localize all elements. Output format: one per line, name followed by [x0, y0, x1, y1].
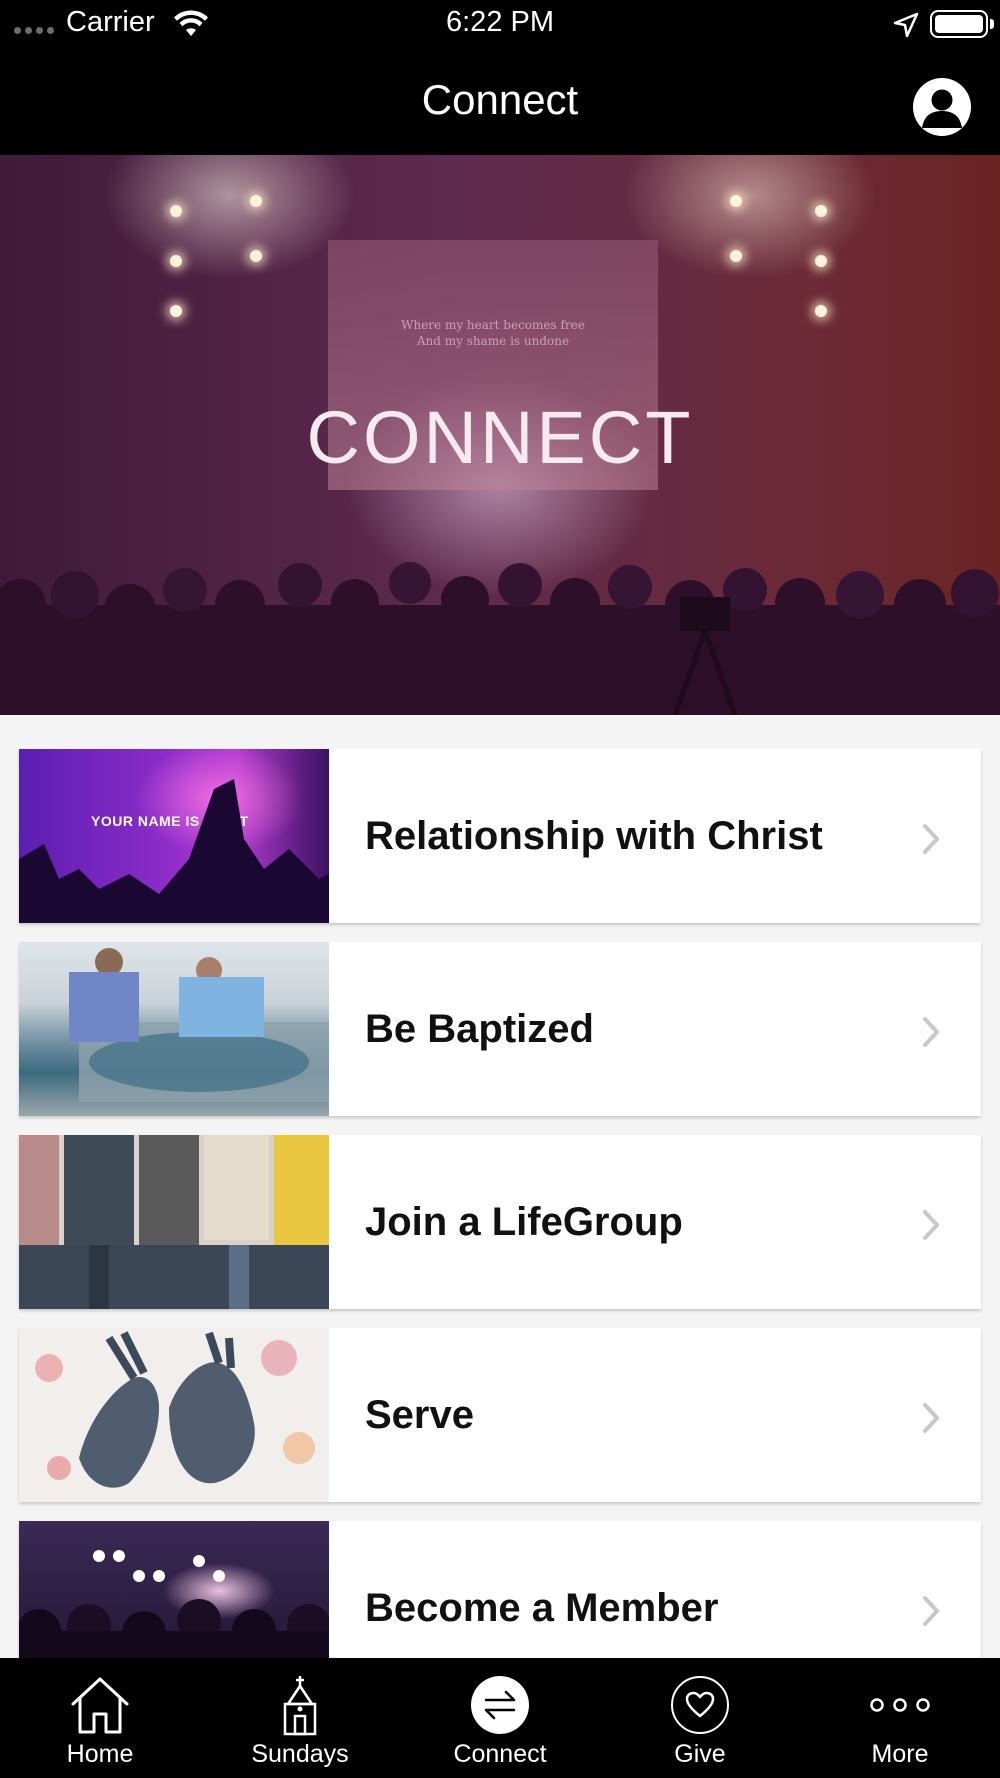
item-thumbnail [19, 1135, 329, 1309]
list-item-become-a-member[interactable]: Become a Member [19, 1521, 981, 1658]
stage-light [815, 305, 827, 317]
tab-bar: Home Sundays Connect Give More [0, 1658, 1000, 1778]
tab-label: More [871, 1740, 929, 1768]
list-item-be-baptized[interactable]: Be Baptized [19, 942, 981, 1116]
camera-body [680, 597, 730, 631]
hero-title: CONNECT [306, 396, 694, 479]
painted-hands-scene [35, 1331, 315, 1488]
item-label: Join a LifeGroup [365, 1200, 683, 1244]
stage-light [170, 305, 182, 317]
more-dots-icon [865, 1672, 935, 1738]
stage-light [250, 250, 262, 262]
crowd-silhouette [0, 562, 1000, 715]
home-icon [65, 1672, 135, 1738]
tab-give[interactable]: Give [600, 1658, 800, 1778]
hero-banner: Where my heart becomes free And my shame… [0, 155, 1000, 715]
list-item-join-a-lifegroup[interactable]: Join a LifeGroup [19, 1135, 981, 1309]
status-bar: Carrier 6:22 PM [0, 0, 1000, 50]
battery-cap [990, 19, 994, 29]
nav-header: Connect [0, 50, 1000, 155]
tab-label: Connect [453, 1740, 547, 1768]
tab-sundays[interactable]: Sundays [200, 1658, 400, 1778]
tab-label: Sundays [251, 1740, 349, 1768]
chevron-right-icon [923, 1210, 939, 1240]
profile-button[interactable] [913, 78, 971, 136]
connect-arrows-icon [465, 1672, 535, 1738]
page-title: Connect [421, 76, 579, 123]
list-item-serve[interactable]: Serve [19, 1328, 981, 1502]
group-people-scene [19, 1135, 329, 1309]
user-avatar-icon [922, 89, 962, 128]
item-thumbnail [19, 1521, 329, 1658]
baptism-scene [69, 948, 329, 1102]
concert-crowd-scene [19, 1550, 329, 1658]
tab-more[interactable]: More [800, 1658, 1000, 1778]
list-item-relationship-with-christ[interactable]: YOUR NAME IS LIGHT Relationship with Chr… [19, 749, 981, 923]
item-thumbnail: YOUR NAME IS LIGHT [19, 749, 329, 923]
tab-label: Home [66, 1740, 134, 1768]
item-label: Become a Member [365, 1586, 719, 1630]
hero-lyric-line: And my shame is undone [416, 334, 570, 348]
stage-light [815, 205, 827, 217]
chevron-right-icon [923, 1017, 939, 1047]
tab-connect[interactable]: Connect [400, 1658, 600, 1778]
stage-light [170, 205, 182, 217]
chevron-right-icon [923, 824, 939, 854]
chevron-right-icon [923, 1403, 939, 1433]
item-thumbnail [19, 942, 329, 1116]
crowd-hands-silhouette [19, 779, 329, 923]
item-thumbnail [19, 1328, 329, 1502]
item-label: Relationship with Christ [365, 814, 823, 858]
stage-light [730, 250, 742, 262]
stage-light [250, 195, 262, 207]
tab-home[interactable]: Home [0, 1658, 200, 1778]
heart-icon [665, 1672, 735, 1738]
item-label: Be Baptized [365, 1007, 594, 1051]
clock: 6:22 PM [446, 6, 554, 38]
church-icon [265, 1672, 335, 1738]
hero-lyric-line: Where my heart becomes free [401, 318, 585, 332]
item-label: Serve [365, 1393, 474, 1437]
tab-label: Give [674, 1740, 726, 1768]
location-arrow-icon [893, 12, 919, 38]
stage-light [815, 255, 827, 267]
stage-light [170, 255, 182, 267]
connect-list: YOUR NAME IS LIGHT Relationship with Chr… [0, 715, 1000, 1658]
chevron-right-icon [923, 1596, 939, 1626]
battery-icon [930, 10, 988, 38]
stage-light [730, 195, 742, 207]
